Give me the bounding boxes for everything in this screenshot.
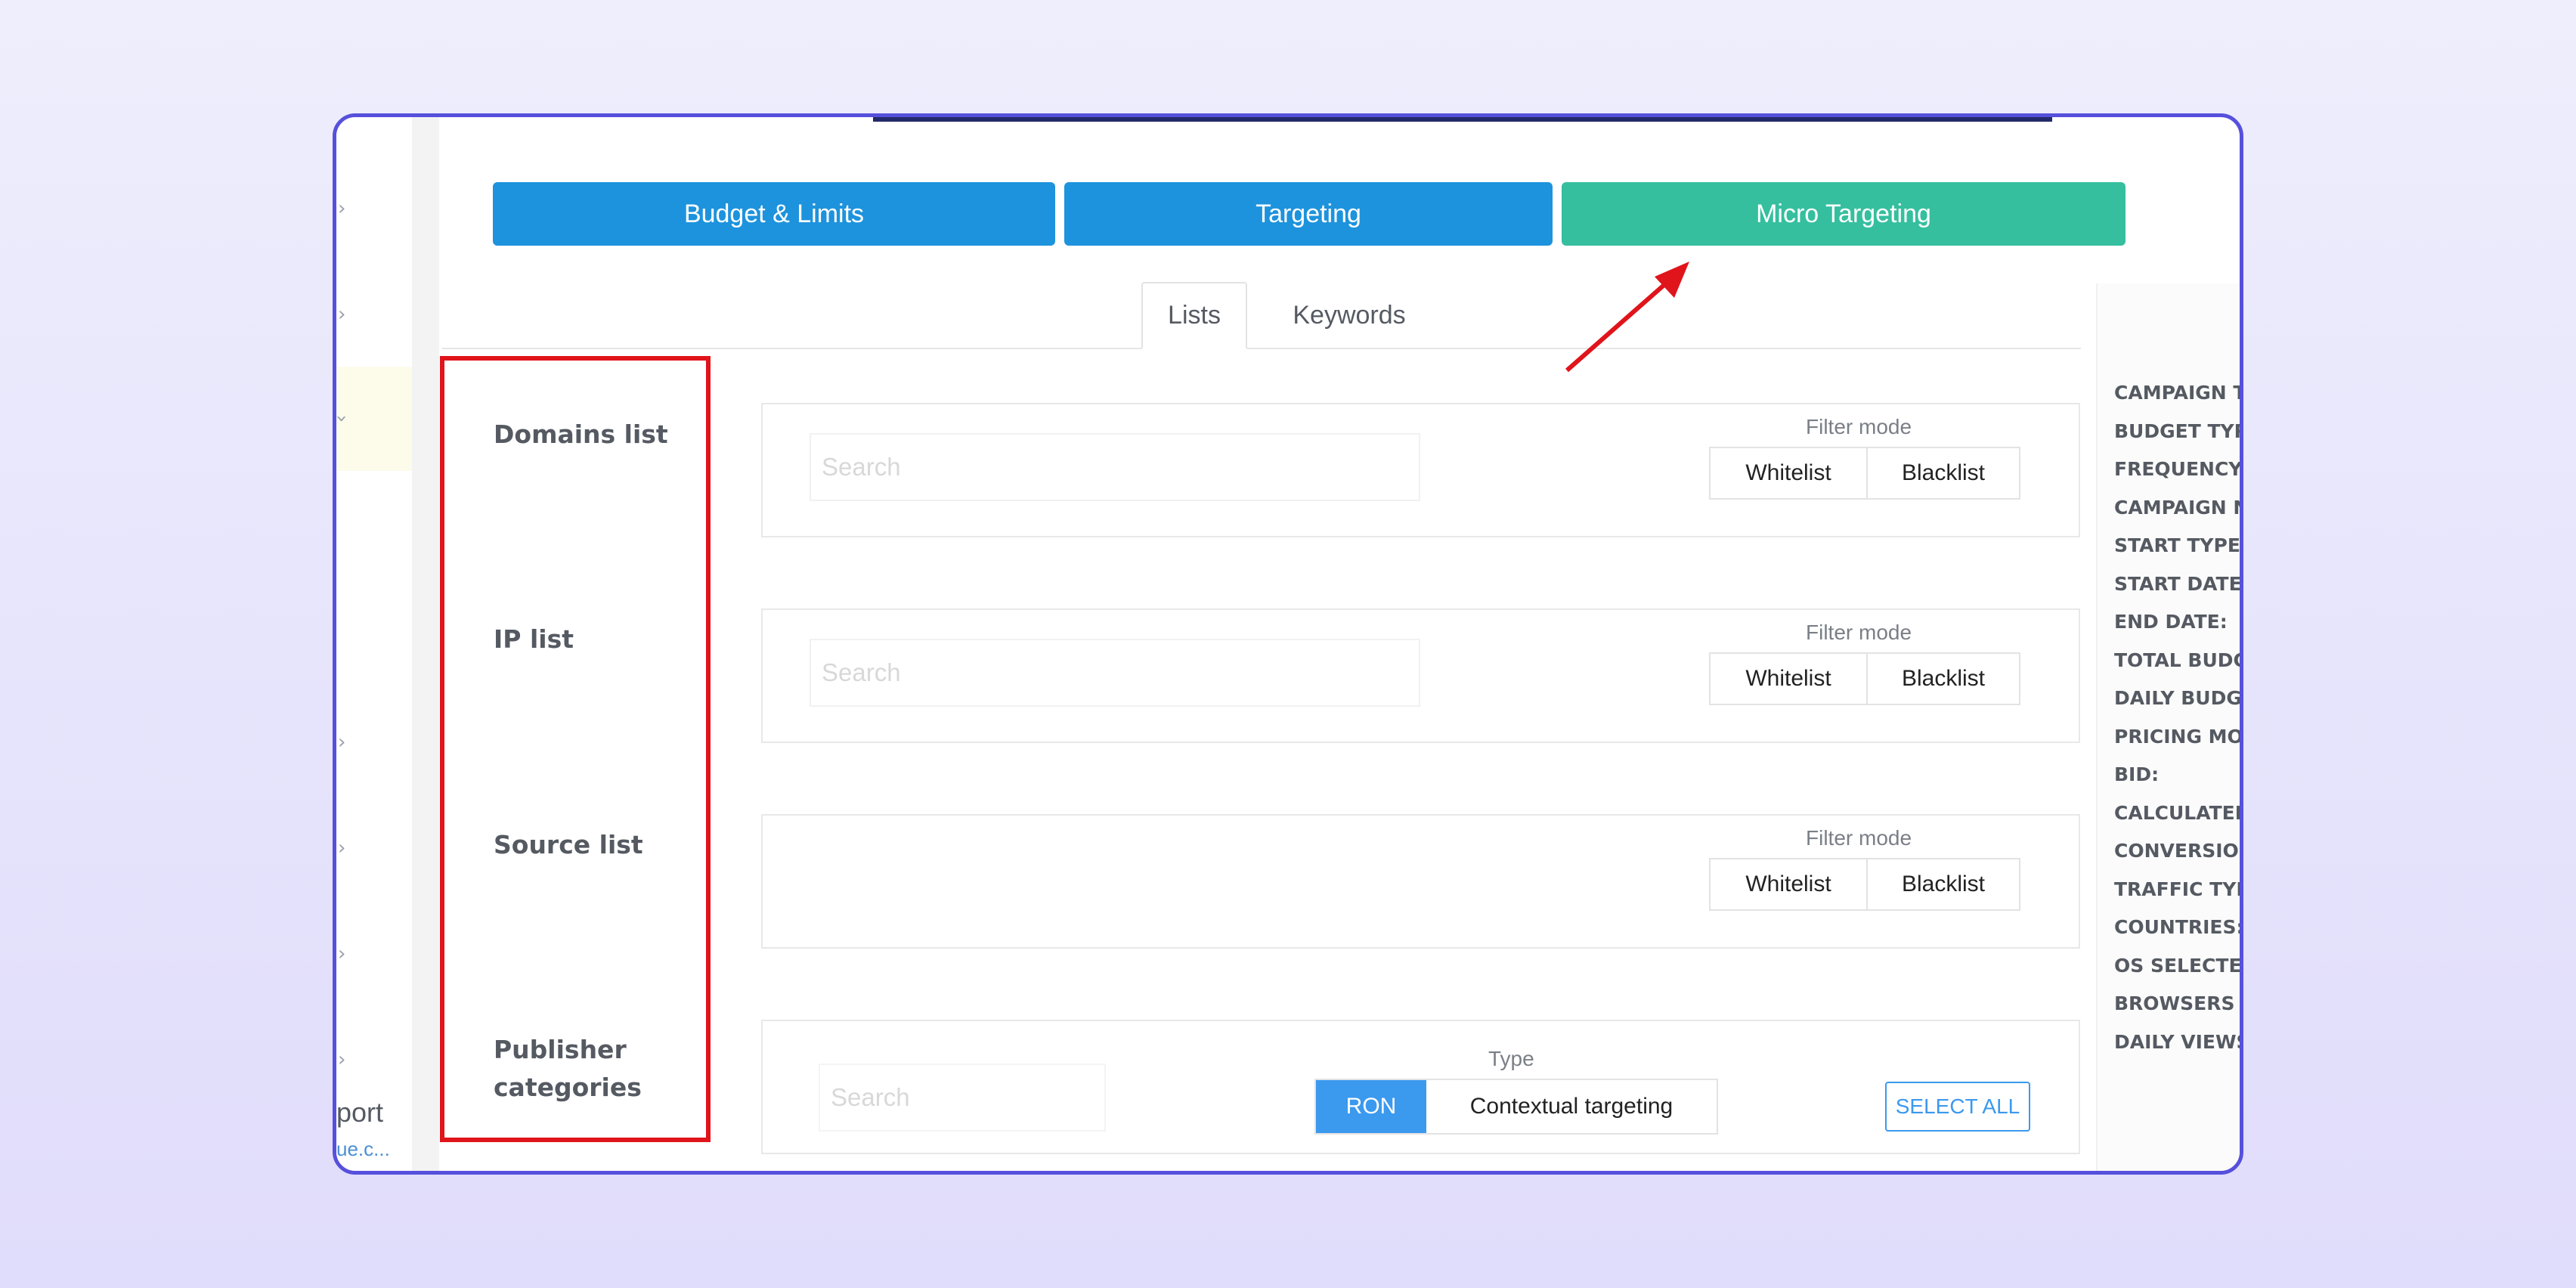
blacklist-button[interactable]: Blacklist [1868,448,2019,498]
summary-item: START TYPE: [2114,534,2243,556]
top-strip [873,117,2052,122]
summary-item: BROWSERS S [2114,992,2243,1014]
chevron-right-icon[interactable]: › [338,305,345,324]
summary-item: END DATE: [2114,611,2228,633]
ip-list-panel: Search Filter mode Whitelist Blacklist [761,608,2080,743]
filter-mode-label: Filter mode [1806,826,1912,850]
chevron-right-icon[interactable]: › [338,944,345,964]
summary-item: BUDGET TYPE [2114,420,2240,442]
summary-item: TRAFFIC TYPE [2114,878,2240,900]
tab-micro-targeting[interactable]: Micro Targeting [1562,182,2126,246]
domains-search-input[interactable]: Search [810,433,1420,501]
summary-item: PRICING MOD [2114,725,2243,748]
publisher-label-line1: Publisher [494,1035,627,1064]
chevron-down-icon[interactable]: › [336,415,353,423]
red-arrow-annotation [1565,262,1689,373]
contextual-targeting-button[interactable]: Contextual targeting [1426,1080,1717,1133]
subtabs-divider [442,348,2081,349]
subtab-lists[interactable]: Lists [1141,282,1247,349]
tab-targeting[interactable]: Targeting [1064,182,1553,246]
blacklist-button[interactable]: Blacklist [1868,859,2019,909]
filter-mode-toggle: Whitelist Blacklist [1709,447,2020,500]
source-list-label: Source list [494,830,643,859]
whitelist-button[interactable]: Whitelist [1711,448,1868,498]
chevron-right-icon[interactable]: › [338,1050,345,1070]
summary-item: BID: [2114,763,2160,785]
left-sidebar: › › › › › › › port ue.c... [336,117,412,1171]
publisher-categories-panel: Search Type RON Contextual targeting SEL… [761,1020,2080,1154]
type-toggle: RON Contextual targeting [1314,1079,1718,1135]
subtab-keywords[interactable]: Keywords [1274,282,1425,349]
ron-button[interactable]: RON [1316,1080,1426,1133]
summary-item: TOTAL BUDG [2114,649,2243,671]
filter-mode-label: Filter mode [1806,415,1912,438]
chevron-right-icon[interactable]: › [338,838,345,858]
summary-item: COUNTRIES: [2114,916,2243,938]
chevron-right-icon[interactable]: › [338,199,345,218]
app-window: › › › › › › › port ue.c... Budget & Limi… [333,113,2243,1175]
chevron-right-icon[interactable]: › [338,732,345,752]
blacklist-button[interactable]: Blacklist [1868,654,2019,704]
filter-mode-label: Filter mode [1806,621,1912,644]
highlight-box [440,356,711,1142]
select-all-button[interactable]: SELECT ALL [1885,1082,2030,1132]
summary-item: FREQUENCY C [2114,458,2243,480]
summary-item: CAMPAIGN T [2114,382,2243,404]
support-label: port [336,1097,384,1128]
filter-mode-toggle: Whitelist Blacklist [1709,652,2020,705]
domains-list-panel: Search Filter mode Whitelist Blacklist [761,403,2080,537]
publisher-search-input[interactable]: Search [819,1064,1106,1132]
summary-item: CALCULATED [2114,801,2243,824]
sidebar-gutter [412,117,439,1171]
type-label: Type [1488,1047,1534,1070]
summary-item: CAMPAIGN N [2114,496,2243,519]
whitelist-button[interactable]: Whitelist [1711,654,1868,704]
summary-item: DAILY VIEWS [2114,1030,2243,1053]
whitelist-button[interactable]: Whitelist [1711,859,1868,909]
summary-item: START DATE: [2114,572,2243,595]
summary-item: DAILY BUDGE [2114,687,2243,709]
ip-search-input[interactable]: Search [810,639,1420,707]
publisher-label-line2: categories [494,1073,642,1102]
tab-budget-limits[interactable]: Budget & Limits [493,182,1055,246]
source-list-panel: Filter mode Whitelist Blacklist [761,814,2080,949]
ip-list-label: IP list [494,624,574,654]
support-link[interactable]: ue.c... [336,1138,390,1161]
summary-item: OS SELECTED [2114,954,2243,977]
filter-mode-toggle: Whitelist Blacklist [1709,858,2020,911]
publisher-categories-label: Publisher categories [494,1031,642,1107]
domains-list-label: Domains list [494,420,668,449]
summary-item: CONVERSION [2114,840,2243,862]
